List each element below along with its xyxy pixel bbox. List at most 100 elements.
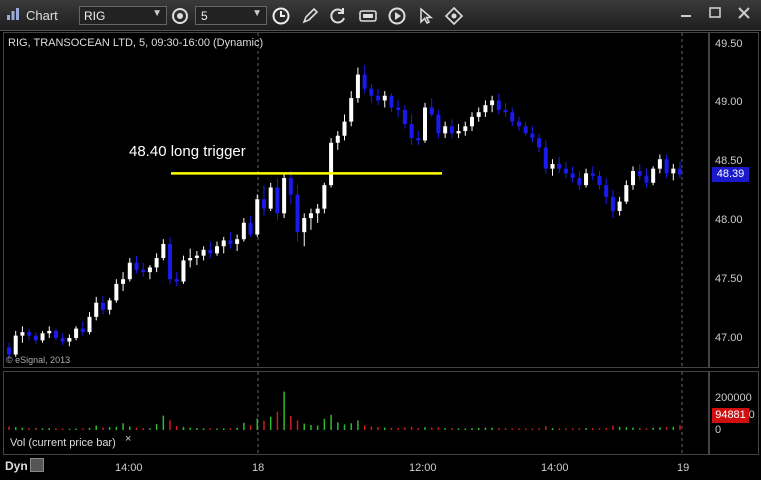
candle-body [188, 258, 193, 261]
volume-tick-label: 200000 [715, 392, 752, 404]
candle-body [537, 138, 542, 148]
candle-body [423, 107, 428, 141]
candle-body [208, 249, 213, 254]
candle-body [194, 255, 199, 259]
candle-body [13, 335, 18, 355]
candle-body [261, 199, 266, 209]
candle-body [60, 338, 65, 342]
candle-body [147, 267, 152, 273]
candle-body [80, 328, 85, 333]
candle-body [94, 302, 99, 317]
candle-body [181, 260, 186, 282]
candle-body [631, 171, 636, 186]
candle-body [651, 168, 656, 183]
candle-body [382, 95, 387, 101]
candle-body [221, 240, 226, 247]
candle-body [456, 131, 461, 134]
candle-body [121, 279, 126, 284]
candle-body [7, 347, 11, 355]
candle-body [436, 114, 441, 134]
current-volume-badge: 94881 [712, 408, 749, 423]
candle-body [215, 246, 220, 254]
candle-body [510, 112, 515, 122]
candle-body [53, 330, 58, 338]
time-axis-label: 19 [677, 462, 690, 474]
candle-body [255, 199, 260, 235]
candle-body [40, 333, 45, 341]
candle-body [355, 74, 360, 99]
candle-body [134, 262, 139, 270]
candle-body [228, 240, 233, 244]
candle-body [503, 109, 508, 113]
candle-body [315, 208, 320, 214]
candle-body [543, 147, 548, 169]
time-axis-label: 12:00 [409, 462, 437, 474]
candle-body [100, 302, 105, 310]
candle-body [610, 196, 615, 211]
settings-icon[interactable] [30, 458, 44, 472]
candle-body [550, 163, 555, 169]
candle-body [268, 187, 273, 209]
candlestick-chart[interactable] [0, 0, 761, 480]
candle-body [308, 213, 313, 219]
candle-body [483, 105, 488, 113]
candle-body [402, 109, 407, 124]
candle-body [282, 178, 287, 214]
candle-body [396, 107, 401, 110]
candle-body [47, 330, 52, 334]
candle-body [161, 243, 166, 259]
candle-body [74, 328, 79, 338]
candle-body [154, 258, 159, 268]
price-tick-label: 49.50 [715, 38, 743, 50]
time-axis-label: 14:00 [541, 462, 569, 474]
candle-body [624, 185, 629, 202]
dynamic-label[interactable]: Dyn [5, 459, 28, 473]
price-tick-label: 48.00 [715, 214, 743, 226]
candle-body [657, 159, 662, 169]
price-tick-label: 47.50 [715, 273, 743, 285]
candle-body [235, 239, 240, 244]
candle-body [590, 173, 595, 176]
candle-body [335, 135, 340, 143]
candle-body [342, 121, 347, 136]
price-tick-label: 48.50 [715, 155, 743, 167]
candle-body [523, 126, 528, 134]
candle-body [449, 126, 454, 134]
candle-body [389, 95, 394, 108]
candle-body [637, 171, 642, 176]
trigger-annotation: 48.40 long trigger [129, 143, 246, 160]
price-tick-label: 47.00 [715, 332, 743, 344]
volume-title: Vol (current price bar) [10, 437, 116, 449]
candle-body [27, 332, 32, 336]
candle-body [476, 112, 481, 117]
time-axis-label: 14:00 [115, 462, 143, 474]
copyright-text: © eSignal, 2013 [6, 355, 71, 365]
candle-body [107, 300, 112, 310]
candle-body [275, 187, 280, 214]
close-icon[interactable]: × [125, 433, 131, 445]
candle-body [127, 262, 132, 280]
candle-body [463, 126, 468, 132]
candle-body [570, 173, 575, 179]
candle-body [557, 163, 562, 169]
candle-body [443, 126, 448, 134]
candle-body [516, 121, 521, 127]
candle-body [168, 243, 173, 280]
current-price-badge: 48.39 [712, 167, 749, 182]
candle-body [295, 194, 300, 233]
candle-body [362, 74, 367, 89]
volume-tick-label: 0 [715, 424, 722, 436]
candle-body [33, 335, 38, 341]
candle-body [563, 168, 568, 174]
candle-body [597, 175, 602, 186]
candle-body [469, 116, 474, 127]
candle-body [644, 175, 649, 183]
candle-body [241, 222, 246, 240]
candle-body [141, 269, 146, 273]
chart-title: RIG, TRANSOCEAN LTD, 5, 09:30-16:00 (Dyn… [8, 37, 264, 49]
candle-body [87, 316, 92, 333]
candle-body [329, 142, 334, 186]
candle-body [416, 138, 421, 141]
candle-body [678, 168, 682, 175]
price-tick-label: 49.00 [715, 96, 743, 108]
